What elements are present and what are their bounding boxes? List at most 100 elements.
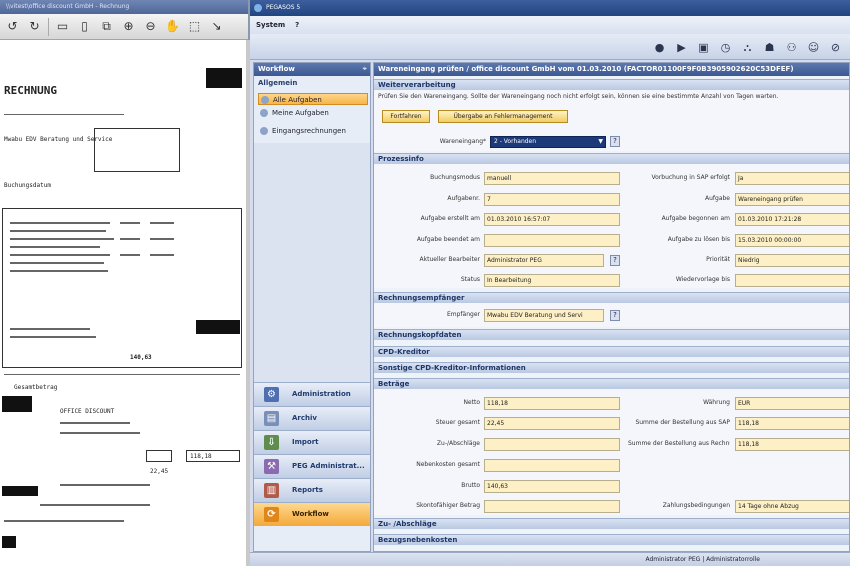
doc-text-line: Buchungsdatum — [4, 182, 51, 189]
doc-logo — [206, 68, 242, 88]
uebergabe-fehlermanagement-button[interactable]: Übergabe an Fehlermanagement — [438, 110, 568, 123]
nav-item-label: Alle Aufgaben — [273, 96, 322, 104]
toolbar-divider — [48, 17, 49, 36]
nav-group-title: Allgemein — [258, 79, 298, 87]
status-field[interactable]: In Bearbeitung — [484, 274, 620, 287]
nebenkosten-field[interactable] — [484, 459, 620, 472]
menu-bar: System ? — [250, 16, 850, 34]
nav-button-peg-administration[interactable]: ⚒ PEG Administrat... — [254, 454, 370, 478]
aufgabe-field[interactable]: Wareneingang prüfen — [735, 193, 849, 206]
nav-button-label: Administration — [292, 390, 351, 398]
waehrung-field[interactable]: EUR — [735, 397, 849, 410]
zuloesen-field[interactable]: 15.03.2010 00:00:00 — [735, 234, 849, 247]
pin-icon[interactable]: ⌖ — [362, 64, 367, 74]
zuabschlaege-label: Zu-/Abschläge — [436, 440, 480, 447]
bearbeiter-label: Aktueller Bearbeiter — [419, 256, 480, 263]
play-icon[interactable]: ▶ — [674, 40, 689, 55]
zoom-in-icon[interactable]: ⊕ — [120, 18, 137, 35]
doc-text-line: 118,18 — [190, 453, 212, 460]
section-prozessinfo-body: Buchungsmodus manuell Aufgabenr. 7 Aufga… — [374, 164, 849, 288]
select-icon[interactable]: ⬚ — [186, 18, 203, 35]
import-icon: ⇩ — [264, 435, 279, 450]
skonto-field[interactable] — [484, 500, 620, 513]
user-icon[interactable]: ☺ — [806, 40, 821, 55]
section-weiterverarbeitung[interactable]: Weiterverarbeitung — [374, 79, 849, 90]
workflow-icon[interactable]: ⛬ — [740, 40, 755, 55]
lookup-icon[interactable]: ? — [610, 136, 620, 147]
section-cpd-kreditor[interactable]: CPD-Kreditor — [374, 346, 849, 357]
nav-item-label: Meine Aufgaben — [272, 109, 329, 117]
summe-sap-field[interactable]: 118,18 — [735, 417, 849, 430]
netto-label: Netto — [463, 399, 480, 406]
clock-icon[interactable]: ◷ — [718, 40, 733, 55]
wareneingang-select[interactable]: 2 - Vorhanden ▼ — [490, 136, 606, 148]
viewer-title: \\vitest\office discount GmbH - Rechnung — [0, 0, 248, 14]
nav-button-archiv[interactable]: ▤ Archiv — [254, 406, 370, 430]
lookup-icon[interactable]: ? — [610, 310, 620, 321]
section-zu-abschlaege[interactable]: Zu- /Abschläge — [374, 518, 849, 529]
steuer-field[interactable]: 22,45 — [484, 417, 620, 430]
stop-icon[interactable]: ● — [652, 40, 667, 55]
nav-button-workflow[interactable]: ⟳ Workflow — [254, 502, 370, 526]
pan-hand-icon[interactable]: ✋ — [164, 18, 181, 35]
rotate-right-icon[interactable]: ↻ — [26, 18, 43, 35]
begonnen-field[interactable]: 01.03.2010 17:21:28 — [735, 213, 849, 226]
nav-item-label: Eingangsrechnungen — [272, 127, 346, 135]
doc-line — [10, 222, 110, 224]
section-weiterverarbeitung-body: Prüfen Sie den Wareneingang. Sollte der … — [374, 90, 849, 151]
brutto-field[interactable]: 140,63 — [484, 480, 620, 493]
nav-button-import[interactable]: ⇩ Import — [254, 430, 370, 454]
status-bar: Administrator PEG | Administratorrolle — [250, 552, 850, 566]
group-icon[interactable]: ⚇ — [784, 40, 799, 55]
prioritaet-field[interactable]: Niedrig — [735, 254, 849, 267]
vorbuchung-field[interactable]: Ja — [735, 172, 849, 185]
scanned-invoice-page: RECHNUNG Mwabu EDV Beratung und Service … — [0, 40, 246, 566]
arrow-icon[interactable]: ↘ — [208, 18, 225, 35]
doc-text-line: 22,45 — [150, 468, 169, 475]
beendet-field[interactable] — [484, 234, 620, 247]
doc-logo — [2, 396, 32, 412]
fortfahren-button[interactable]: Fortfahren — [382, 110, 430, 123]
doc-total-box — [196, 320, 240, 334]
nav-item-alle-aufgaben[interactable]: Alle Aufgaben — [258, 93, 368, 105]
nav-button-administration[interactable]: ⚙ Administration — [254, 382, 370, 406]
section-rechnungsempfaenger[interactable]: Rechnungsempfänger — [374, 292, 849, 303]
menu-system[interactable]: System — [256, 21, 285, 29]
wareneingang-value: 2 - Vorhanden — [494, 138, 537, 145]
aufgabenr-field[interactable]: 7 — [484, 193, 620, 206]
page-fit-icon[interactable]: ▯ — [76, 18, 93, 35]
zoom-out-icon[interactable]: ⊖ — [142, 18, 159, 35]
section-sonstige-cpd[interactable]: Sonstige CPD-Kreditor-Informationen — [374, 362, 849, 373]
rotate-left-icon[interactable]: ↺ — [4, 18, 21, 35]
zahlungsbedingungen-label: Zahlungsbedingungen — [662, 502, 730, 509]
netto-field[interactable]: 118,18 — [484, 397, 620, 410]
close-icon[interactable]: ⊘ — [828, 40, 843, 55]
main-toolbar: ● ▶ ▣ ◷ ⛬ ☗ ⚇ ☺ ⊘ — [250, 34, 850, 60]
task-icon — [260, 109, 268, 117]
erstellt-field[interactable]: 01.03.2010 16:57:07 — [484, 213, 620, 226]
menu-help[interactable]: ? — [295, 21, 299, 29]
buchungsmodus-field[interactable]: manuell — [484, 172, 620, 185]
zahlungsbedingungen-field[interactable]: 14 Tage ohne Abzug — [735, 500, 849, 513]
empfaenger-field[interactable]: Mwabu EDV Beratung und Servi — [484, 309, 604, 322]
summe-rechnung-field[interactable]: 118,18 — [735, 438, 849, 451]
section-rechnungskopfdaten[interactable]: Rechnungskopfdaten — [374, 329, 849, 340]
zuabschlaege-field[interactable] — [484, 438, 620, 451]
page-icon[interactable]: ▭ — [54, 18, 71, 35]
section-prozessinfo[interactable]: Prozessinfo — [374, 153, 849, 164]
nav-item-eingangsrechnungen[interactable]: Eingangsrechnungen — [258, 125, 368, 137]
doc-line — [150, 254, 174, 256]
section-betraege[interactable]: Beträge — [374, 378, 849, 389]
nav-button-reports[interactable]: ▥ Reports — [254, 478, 370, 502]
users-icon[interactable]: ☗ — [762, 40, 777, 55]
doc-line — [10, 238, 114, 240]
save-icon[interactable]: ▣ — [696, 40, 711, 55]
section-bezugsnebenkosten[interactable]: Bezugsnebenkosten — [374, 534, 849, 545]
bearbeiter-field[interactable]: Administrator PEG — [484, 254, 604, 267]
wiedervorlage-field[interactable] — [735, 274, 849, 287]
doc-stamp-box — [94, 128, 180, 172]
doc-line — [120, 222, 140, 224]
lookup-icon[interactable]: ? — [610, 255, 620, 266]
nav-item-meine-aufgaben[interactable]: Meine Aufgaben — [258, 107, 368, 119]
pages-icon[interactable]: ⧉ — [98, 18, 115, 35]
